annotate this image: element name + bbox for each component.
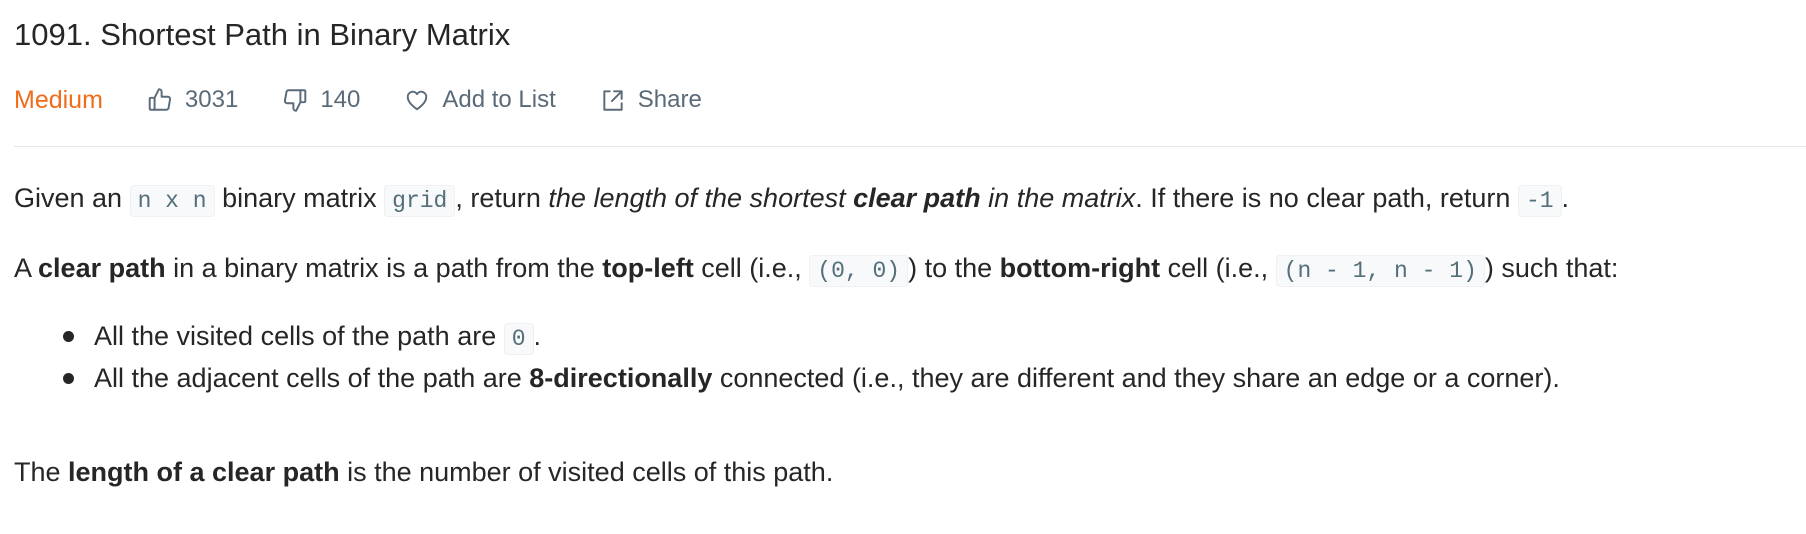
description-text: All the adjacent cells of the path are <box>94 363 530 393</box>
description-paragraph: Given an n x n binary matrix grid, retur… <box>14 176 1569 223</box>
problem-title: 1091. Shortest Path in Binary Matrix <box>14 17 511 52</box>
divider <box>14 146 1806 147</box>
bullet-icon <box>63 373 74 384</box>
dislike-button[interactable]: 140 <box>282 86 360 114</box>
bold-text: top-left <box>602 253 694 283</box>
description-text: ) such that: <box>1484 253 1619 283</box>
description-text: ) to the <box>908 253 1000 283</box>
condition-list: All the visited cells of the path are 0.… <box>14 315 1560 399</box>
like-button[interactable]: 3031 <box>147 86 238 114</box>
inline-code: n x n <box>129 185 215 217</box>
inline-code: 0 <box>503 323 534 355</box>
description-text: The <box>14 457 69 487</box>
heart-icon <box>407 90 428 111</box>
list-item: All the visited cells of the path are 0. <box>14 315 1560 357</box>
inline-code: (0, 0) <box>809 255 909 287</box>
bold-text: clear path <box>38 253 166 283</box>
add-to-list-label: Add to List <box>442 86 556 113</box>
bold-text: bottom-right <box>999 253 1161 283</box>
description-text: is the number of visited cells of this p… <box>339 457 834 487</box>
problem-page: 1091. Shortest Path in Binary Matrix Med… <box>0 0 1806 534</box>
description-text: Given an <box>14 183 130 213</box>
description-text: cell (i.e., <box>1160 253 1276 283</box>
share-label: Share <box>637 86 702 113</box>
description-text: . <box>1561 183 1570 213</box>
share-icon <box>603 90 623 111</box>
inline-code: -1 <box>1517 185 1562 217</box>
description-text: . <box>533 321 542 351</box>
description-text: connected (i.e., they are different and … <box>712 363 1560 393</box>
description-paragraph: A clear path in a binary matrix is a pat… <box>14 246 1618 293</box>
dislike-count: 140 <box>320 86 361 113</box>
italic-text: in the matrix <box>980 183 1136 213</box>
bullet-icon <box>63 331 74 342</box>
bold-text: length of a clear path <box>68 457 340 487</box>
description-text: in a binary matrix is a path from the <box>165 253 603 283</box>
bold-italic-text: clear path <box>853 183 981 213</box>
description-text: All the visited cells of the path are <box>94 321 504 351</box>
list-item: All the adjacent cells of the path are 8… <box>14 357 1560 399</box>
like-count: 3031 <box>184 86 239 113</box>
bold-text: 8-directionally <box>529 363 713 393</box>
share-button[interactable]: Share <box>600 86 702 114</box>
thumbs-up-icon <box>148 88 171 111</box>
description-text: cell (i.e., <box>693 253 810 283</box>
description-paragraph: The length of a clear path is the number… <box>14 450 833 494</box>
italic-text: the length of the shortest <box>548 183 854 213</box>
thumbs-down-icon <box>284 89 307 112</box>
problem-meta-bar: Medium 3031 140 Add to List Share <box>14 82 702 118</box>
add-to-list-button[interactable]: Add to List <box>404 86 556 114</box>
description-text: , return <box>455 183 549 213</box>
description-text: binary matrix <box>214 183 385 213</box>
description-text: A <box>14 253 39 283</box>
difficulty-label: Medium <box>14 85 103 114</box>
description-text: . If there is no clear path, return <box>1135 183 1518 213</box>
inline-code: (n - 1, n - 1) <box>1275 255 1485 287</box>
inline-code: grid <box>384 185 456 217</box>
